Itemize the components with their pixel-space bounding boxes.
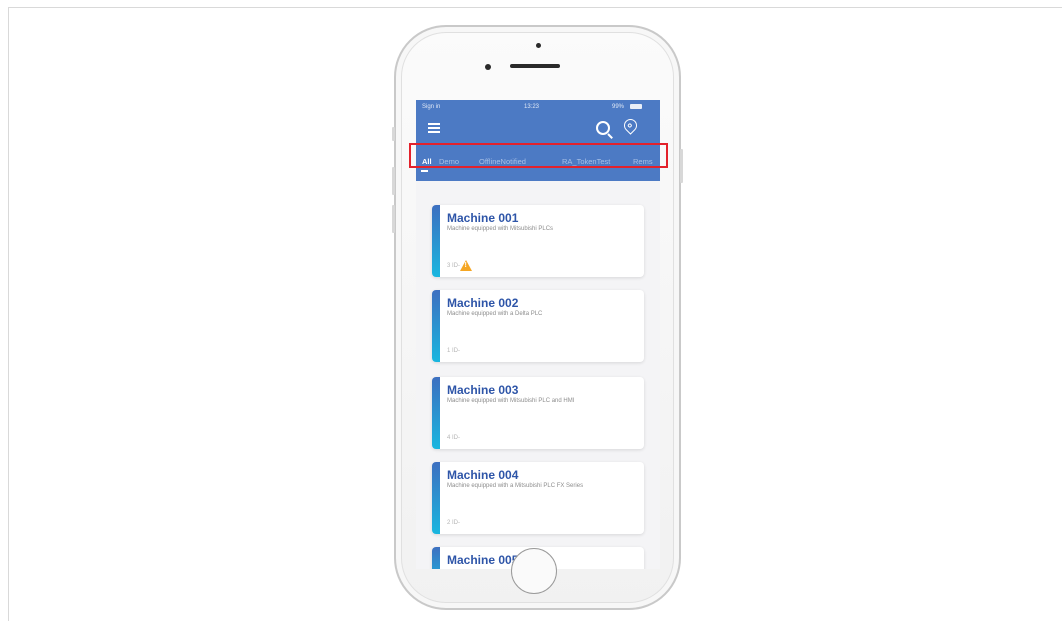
card-accent-bar: [432, 377, 440, 449]
machine-name: Machine 003: [447, 383, 519, 397]
power-button: [680, 149, 683, 183]
frame-border-left: [8, 7, 9, 621]
earpiece-speaker: [510, 64, 560, 68]
location-pin-icon[interactable]: [621, 116, 640, 135]
machine-card[interactable]: Machine 001 Machine equipped with Mitsub…: [432, 205, 644, 277]
warning-icon: [460, 260, 472, 271]
tab-offline-notified[interactable]: OfflineNotified: [479, 157, 526, 166]
group-tabs: All Demo OfflineNotified RA_TokenTest Re…: [416, 151, 660, 175]
machine-description: Machine equipped with Mitsubishi PLC and…: [447, 398, 575, 404]
machine-description: Machine equipped with a Mitsubishi PLC F…: [447, 483, 584, 489]
machine-description: Machine equipped with Mitsubishi PLCs: [447, 226, 554, 232]
machine-id-count: 1 ID-: [447, 348, 461, 354]
machine-name: Machine 004: [447, 468, 519, 482]
machine-name: Machine 001: [447, 211, 519, 225]
machine-name: Machine 005: [447, 553, 519, 567]
volume-down-button: [392, 205, 395, 233]
active-tab-indicator: [421, 170, 428, 172]
status-time: 13:23: [524, 104, 540, 110]
tab-all[interactable]: All: [422, 157, 432, 166]
frame-border-top: [8, 7, 1062, 8]
home-button[interactable]: [511, 548, 557, 594]
card-accent-bar: [432, 462, 440, 534]
volume-up-button: [392, 167, 395, 195]
search-icon[interactable]: [596, 121, 610, 135]
hamburger-menu-icon[interactable]: [428, 123, 440, 133]
machine-id-count: 4 ID-: [447, 435, 461, 441]
card-accent-bar: [432, 205, 440, 277]
machine-name: Machine 002: [447, 296, 519, 310]
machine-id-count: 3 ID-: [447, 263, 461, 269]
app-header: Sign in 13:23 99% All Demo OfflineNotifi…: [416, 100, 660, 181]
machine-card[interactable]: Machine 004 Machine equipped with a Mits…: [432, 462, 644, 534]
front-camera: [536, 43, 541, 48]
battery-percent: 99%: [612, 104, 625, 110]
mute-switch: [392, 127, 395, 141]
machine-id-count: 2 ID-: [447, 520, 461, 526]
machine-description: Machine equipped with a Delta PLC: [447, 311, 543, 317]
machine-card[interactable]: Machine 002 Machine equipped with a Delt…: [432, 290, 644, 362]
status-bar: Sign in 13:23 99%: [416, 100, 660, 114]
tab-demo[interactable]: Demo: [439, 157, 459, 166]
card-accent-bar: [432, 547, 440, 569]
proximity-sensor: [485, 64, 491, 70]
app-screen: Sign in 13:23 99% All Demo OfflineNotifi…: [416, 100, 660, 569]
tab-rems[interactable]: Rems: [633, 157, 653, 166]
machine-card[interactable]: Machine 003 Machine equipped with Mitsub…: [432, 377, 644, 449]
battery-icon: [630, 104, 642, 109]
carrier-label: Sign in: [422, 104, 441, 110]
phone-device: Sign in 13:23 99% All Demo OfflineNotifi…: [392, 25, 683, 610]
tab-ra-tokentest[interactable]: RA_TokenTest: [562, 157, 610, 166]
card-accent-bar: [432, 290, 440, 362]
